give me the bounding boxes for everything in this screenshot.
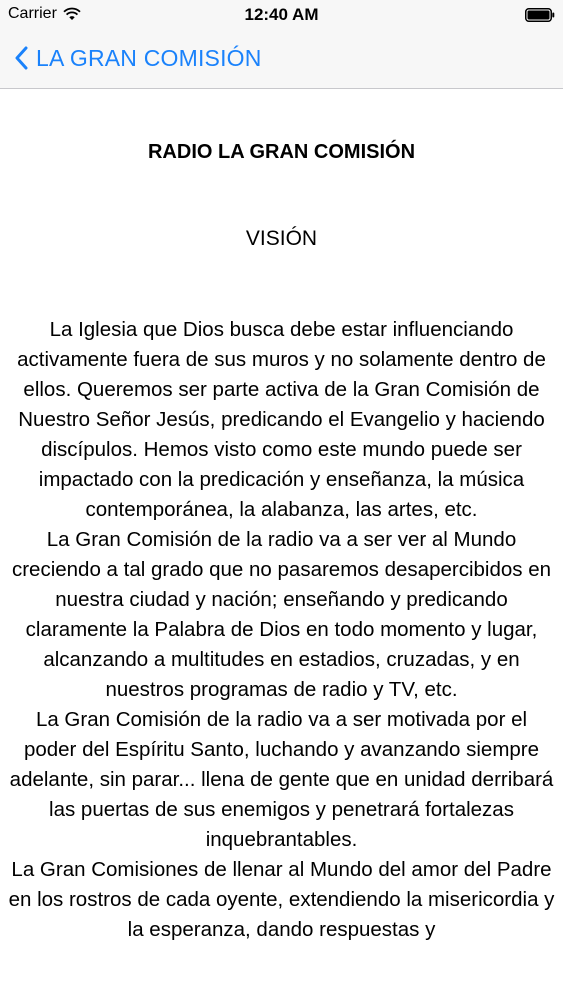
content-scroll-area[interactable]: RADIO LA GRAN COMISIÓN VISIÓN La Iglesia… [0, 89, 563, 1000]
status-time: 12:40 AM [244, 5, 319, 24]
paragraph: La Gran Comisión de la radio va a ser ve… [11, 528, 552, 701]
chevron-left-icon [15, 46, 28, 70]
navigation-bar: LA GRAN COMISIÓN [0, 30, 563, 89]
paragraph: La Iglesia que Dios busca debe estar inf… [17, 318, 546, 521]
paragraph: La Gran Comisiones de llenar al Mundo de… [8, 858, 555, 941]
back-button-label: LA GRAN COMISIÓN [36, 44, 262, 71]
page-title: RADIO LA GRAN COMISIÓN [147, 141, 416, 163]
back-button[interactable]: LA GRAN COMISIÓN [14, 42, 262, 74]
paragraph: La Gran Comisión de la radio va a ser mo… [9, 708, 554, 851]
section-heading: VISIÓN [245, 227, 318, 250]
body-text: La Iglesia que Dios busca debe estar inf… [8, 315, 555, 945]
battery-icon [525, 8, 555, 22]
status-bar: Carrier 12:40 AM [0, 0, 563, 30]
